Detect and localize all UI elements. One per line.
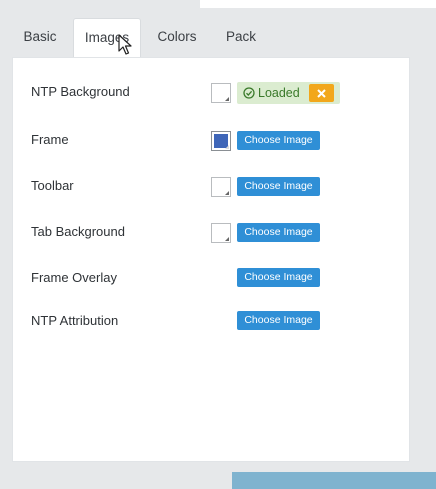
row-label: Frame Overlay [31,270,117,285]
row-label: Toolbar [31,178,74,193]
tab-basic[interactable]: Basic [12,18,68,56]
choose-image-button[interactable]: Choose Image [237,131,320,150]
row-toolbar: Toolbar Choose Image [13,176,411,206]
choose-image-button[interactable]: Choose Image [237,268,320,287]
tab-pack[interactable]: Pack [216,18,266,56]
row-ntp-background: NTP Background Loaded [13,82,411,112]
tab-colors[interactable]: Colors [149,18,205,56]
check-circle-icon [243,87,255,99]
loaded-status: Loaded [237,82,340,104]
choose-image-button[interactable]: Choose Image [237,223,320,242]
top-edge-strip [200,0,436,8]
color-swatch[interactable] [211,131,231,151]
row-label: Frame [31,132,69,147]
tab-images[interactable]: Images [73,18,141,58]
choose-image-button[interactable]: Choose Image [237,311,320,330]
tab-bar: Basic Images Colors Pack [12,18,410,58]
row-label: NTP Attribution [31,313,119,328]
loaded-label: Loaded [258,86,300,100]
row-ntp-attribution: NTP Attribution Choose Image [13,311,411,341]
row-frame-overlay: Frame Overlay Choose Image [13,268,411,298]
bottom-accent-bar [232,472,436,489]
color-swatch[interactable] [211,83,231,103]
images-panel: NTP Background Loaded Frame Choose Image… [12,57,410,462]
row-frame: Frame Choose Image [13,130,411,160]
color-swatch[interactable] [211,223,231,243]
close-icon [317,89,326,98]
row-tab-background: Tab Background Choose Image [13,222,411,252]
clear-image-button[interactable] [309,84,334,102]
color-swatch[interactable] [211,177,231,197]
row-label: NTP Background [31,84,130,99]
row-label: Tab Background [31,224,125,239]
choose-image-button[interactable]: Choose Image [237,177,320,196]
